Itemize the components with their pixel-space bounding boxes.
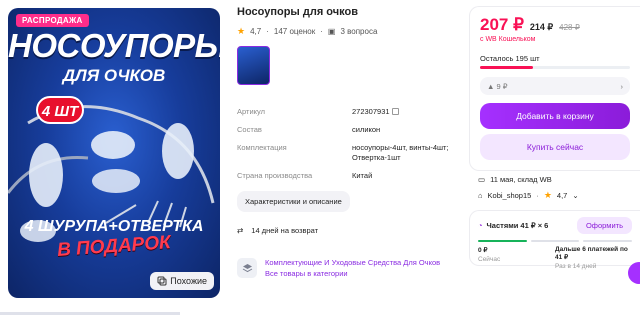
points-value: 9 ₽ [496,81,508,91]
chat-bubble-icon[interactable] [628,262,640,284]
rating-value: 4,7 [250,27,262,36]
installment-segment [530,240,580,242]
spec-label: Артикул [237,107,265,116]
spec-row: Комплектация носоупоры-4шт, винты-4шт; О… [237,143,462,163]
star-icon: ★ [543,190,552,200]
spec-row: Страна производства Китай [237,171,462,181]
spec-label: Состав [237,125,262,134]
delivery-info: ▭ 11 мая, склад WB ⌂ Kobi_shop15 · ★ 4,7… [478,175,579,207]
installment-segment [478,240,527,242]
promo-badge: РАСПРОДАЖА [16,14,89,27]
installment-progress [478,240,633,242]
product-thumbnail[interactable] [237,46,270,85]
stock-bar-fill [480,66,533,69]
installment-header: ◔ Частями 41 ₽ × 6 Оформить [478,217,632,234]
return-info: ⇄ 14 дней на возврат [237,226,462,235]
installment-title-text: Частями 41 ₽ × 6 [486,221,549,230]
similar-button[interactable]: Похожие [150,272,214,290]
similar-label: Похожие [170,276,207,286]
similar-icon [157,276,167,286]
wallet-label[interactable]: с WB Кошельком [480,36,630,43]
spec-row: Артикул 272307931 [237,107,462,117]
installment-icon: ◔ [478,221,483,230]
buy-panel: 207 ₽ 214 ₽ 428 ₽ с WB Кошельком Осталос… [469,6,640,171]
add-to-cart-button[interactable]: Добавить в корзину [480,103,630,129]
product-image[interactable]: РАСПРОДАЖА НОСОУПОРЫ ДЛЯ ОЧКОВ 4 ШТ 4 ШУ… [8,8,220,298]
installment-details: 0 ₽ Сейчас Дальше 6 платежей по 41 ₽ Раз… [478,246,632,270]
copy-icon[interactable] [391,108,399,115]
questions-count[interactable]: 3 вопроса [340,27,377,36]
price-strikethrough: 428 ₽ [559,23,580,32]
points-icon: ▲ [487,81,495,91]
category-icon [237,258,257,278]
seller-separator: · [536,191,539,200]
spec-value: Китай [352,171,373,180]
installment-later: Дальше 6 платежей по 41 ₽ Раз в 14 дней [555,246,632,270]
chevron-down-icon: ⌄ [572,191,579,200]
seller-name[interactable]: Kobi_shop15 [488,191,532,200]
stock-text: Осталось 195 шт [480,54,540,63]
category-name[interactable]: Комплектующие И Уходовые Средства Для Оч… [265,257,440,268]
category-row[interactable]: Комплектующие И Уходовые Средства Для Оч… [237,257,462,279]
count-badge: 4 ШТ [36,96,84,124]
seller-row[interactable]: ⌂ Kobi_shop15 · ★ 4,7 ⌄ [478,190,579,201]
chevron-right-icon: › [620,81,624,91]
reviews-count[interactable]: 147 оценок [274,27,315,36]
article-number: 272307931 [352,107,390,116]
spec-label: Комплектация [237,143,287,152]
shop-icon: ⌂ [478,191,483,200]
price-wallet: 207 ₽ [480,15,524,34]
star-icon: ★ [237,26,246,36]
product-title: Носоупоры для очков [237,6,358,18]
installment-now-value: 0 ₽ [478,247,488,254]
price-row: 207 ₽ 214 ₽ 428 ₽ [480,15,630,35]
installment-now-label: Сейчас [478,256,501,263]
installment-later-label: Раз в 14 дней [555,263,597,270]
category-text[interactable]: Комплектующие И Уходовые Средства Для Оч… [265,257,440,279]
characteristics-button[interactable]: Характеристики и описание [237,191,350,212]
specs-list: Артикул 272307931 Состав силикон Комплек… [237,107,462,181]
image-title: НОСОУПОРЫ [8,27,220,64]
installment-title: ◔ Частями 41 ₽ × 6 [478,221,548,230]
buy-now-button[interactable]: Купить сейчас [480,134,630,160]
return-icon: ⇄ [237,226,244,235]
seller-rating: 4,7 [556,191,568,200]
spec-value: 272307931 [352,107,462,117]
delivery-date: 11 мая, склад WB [490,175,552,184]
stock-bar [480,66,630,69]
installment-segment [583,240,633,242]
spec-value: силикон [352,125,381,134]
delivery-date-row: ▭ 11 мая, склад WB [478,175,579,184]
points-row[interactable]: ▲ 9 ₽ › [480,77,630,95]
installment-panel: ◔ Частями 41 ₽ × 6 Оформить 0 ₽ Сейчас Д… [469,210,640,270]
spec-label: Страна производства [237,171,313,180]
category-link[interactable]: Все товары в категории [265,268,440,279]
spec-row: Состав силикон [237,125,462,135]
points-value-group: ▲ 9 ₽ [487,82,508,91]
dot-separator: · [320,27,323,36]
installment-later-value: Дальше 6 платежей по 41 ₽ [555,246,628,261]
installment-button[interactable]: Оформить [576,217,632,234]
installment-now: 0 ₽ Сейчас [478,246,555,270]
truck-icon: ▭ [478,175,486,184]
return-text: 14 дней на возврат [251,226,319,235]
rating-row[interactable]: ★ 4,7 · 147 оценок · ▣ 3 вопроса [237,26,462,37]
product-info: Носоупоры для очков ★ 4,7 · 147 оценок ·… [237,6,462,279]
questions-icon: ▣ [327,27,336,36]
spec-value: носоупоры-4шт, винты-4шт; Отвертка-1шт [352,143,449,162]
price-regular: 214 ₽ [529,22,554,32]
dot-separator: · [266,27,269,36]
